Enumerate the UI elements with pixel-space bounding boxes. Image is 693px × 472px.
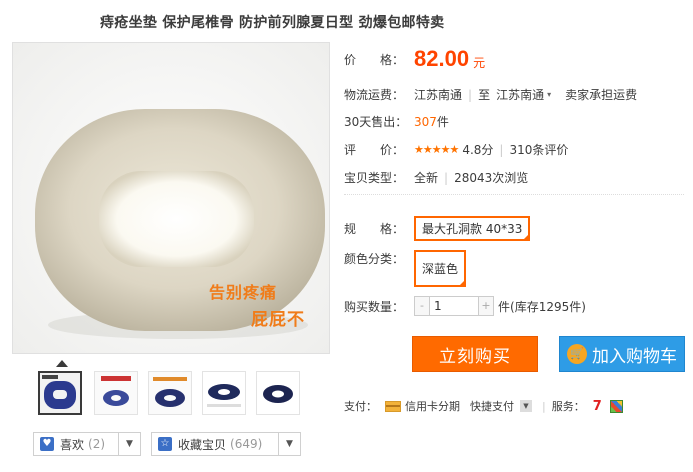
heart-icon: ♥ [40, 437, 54, 451]
buy-now-button[interactable]: 立刻购买 [412, 336, 538, 372]
divider: | [444, 170, 449, 185]
selected-check-icon [458, 279, 467, 287]
installment-option[interactable]: 信用卡分期 [405, 398, 460, 414]
type-row: 宝贝类型： 全新 | 28043次浏览 [344, 169, 528, 186]
quick-pay-option[interactable]: 快捷支付 [470, 398, 514, 414]
thumbnail-image [149, 372, 191, 414]
payment-label: 支付： [344, 400, 377, 413]
chevron-down-icon[interactable]: ▼ [278, 433, 300, 455]
price-label: 价 格： [344, 52, 405, 67]
credit-card-icon [385, 400, 401, 412]
review-count[interactable]: 310条评价 [509, 141, 568, 158]
favorite-icon: ☆ [158, 437, 172, 451]
like-count: (2) [88, 437, 106, 451]
shipping-label: 物流运费： [344, 88, 405, 102]
image-slogan-line1: 告别疼痛 [209, 283, 278, 302]
sales-unit: 件 [436, 115, 449, 129]
buy-now-label: 立刻购买 [439, 346, 511, 367]
spec-option-label: 最大孔洞款 40*33 [422, 222, 523, 236]
quantity-stepper[interactable]: - + [414, 296, 494, 316]
quantity-label: 购买数量： [344, 299, 405, 314]
rating-label: 评 价： [344, 143, 405, 157]
color-option-label: 深蓝色 [422, 262, 459, 276]
divider: | [499, 142, 504, 157]
cart-icon: 🛒 [567, 344, 587, 364]
product-title: 痔疮坐垫 保护尾椎骨 防护前列腺夏日型 劲爆包邮特卖 [100, 15, 445, 31]
chevron-down-icon[interactable]: ▼ [118, 433, 140, 455]
price-value: 82.00 [414, 46, 470, 71]
thumbnail-image [95, 372, 137, 414]
thumbnail-3[interactable] [148, 371, 192, 415]
thumbnail-image [203, 372, 245, 414]
item-condition: 全新 [414, 171, 439, 185]
shipping-destination[interactable]: 江苏南通 [496, 86, 544, 103]
add-to-cart-button[interactable]: 🛒 加入购物车 [559, 336, 685, 372]
thumbnail-1[interactable] [38, 371, 82, 415]
price-row: 价 格： 82.00 元 [344, 46, 485, 72]
main-product-image[interactable]: 告别疼痛 屁屁不 [12, 42, 330, 354]
image-slogan-line2: 屁屁不 [251, 310, 305, 330]
thumbnail-active-indicator [56, 360, 68, 367]
chevron-down-icon[interactable]: ▼ [520, 400, 532, 412]
seven-day-return-icon[interactable]: 7 [593, 399, 602, 414]
favorite-count: (649) [230, 437, 263, 451]
divider: | [542, 399, 546, 413]
favorite-button[interactable]: ☆ 收藏宝贝 (649) ▼ [151, 432, 301, 456]
rating-stars-icon: ★★★★★ [414, 143, 459, 156]
sales-label: 30天售出： [344, 115, 408, 129]
thumbnail-5[interactable] [256, 371, 300, 415]
color-label: 颜色分类： [344, 252, 405, 266]
quantity-input[interactable] [429, 297, 479, 315]
color-option-selected[interactable]: 深蓝色 [414, 250, 467, 287]
thumbnail-2[interactable] [94, 371, 138, 415]
shipping-from: 江苏南通 [414, 88, 463, 102]
rating-row: 评 价： ★★★★★ 4.8分 | 310条评价 [344, 141, 568, 158]
rating-score: 4.8分 [462, 143, 494, 157]
chevron-down-icon[interactable]: ▾ [547, 90, 551, 99]
color-row: 颜色分类： 深蓝色 [344, 250, 467, 287]
price-unit: 元 [473, 55, 486, 70]
payment-row: 支付： 信用卡分期 快捷支付 ▼ | 服务： 7 [344, 398, 623, 414]
like-button[interactable]: ♥ 喜欢 (2) ▼ [33, 432, 141, 456]
spec-label: 规 格： [344, 222, 405, 236]
add-to-cart-label: 加入购物车 [592, 346, 677, 367]
selected-check-icon [522, 233, 531, 241]
section-divider [344, 194, 684, 195]
spec-row: 规 格： 最大孔洞款 40*33 [344, 216, 531, 241]
service-label: 服务： [551, 400, 585, 413]
sales-count: 307 [414, 114, 437, 129]
favorite-label: 收藏宝贝 [178, 437, 227, 452]
thumbnail-image [40, 373, 80, 413]
thumbnail-4[interactable] [202, 371, 246, 415]
decrease-button[interactable]: - [415, 297, 429, 315]
divider: | [468, 87, 473, 102]
stock-count: (库存1295件) [510, 299, 586, 314]
like-label: 喜欢 [60, 437, 85, 452]
sales-row: 30天售出： 307 件 [344, 113, 449, 130]
shipping-to-prefix: 至 [478, 88, 491, 102]
spec-option-selected[interactable]: 最大孔洞款 40*33 [414, 216, 531, 241]
quantity-unit: 件 [498, 299, 511, 314]
shipping-note: 卖家承担运费 [565, 88, 638, 102]
view-count: 28043次浏览 [454, 171, 529, 185]
quantity-row: 购买数量： - + 件 (库存1295件) [344, 296, 586, 316]
service-badge-icon[interactable] [609, 399, 623, 413]
shipping-row: 物流运费： 江苏南通 | 至 江苏南通 ▾ 卖家承担运费 [344, 86, 637, 103]
thumbnail-image [257, 372, 299, 414]
increase-button[interactable]: + [479, 297, 493, 315]
type-label: 宝贝类型： [344, 171, 405, 185]
